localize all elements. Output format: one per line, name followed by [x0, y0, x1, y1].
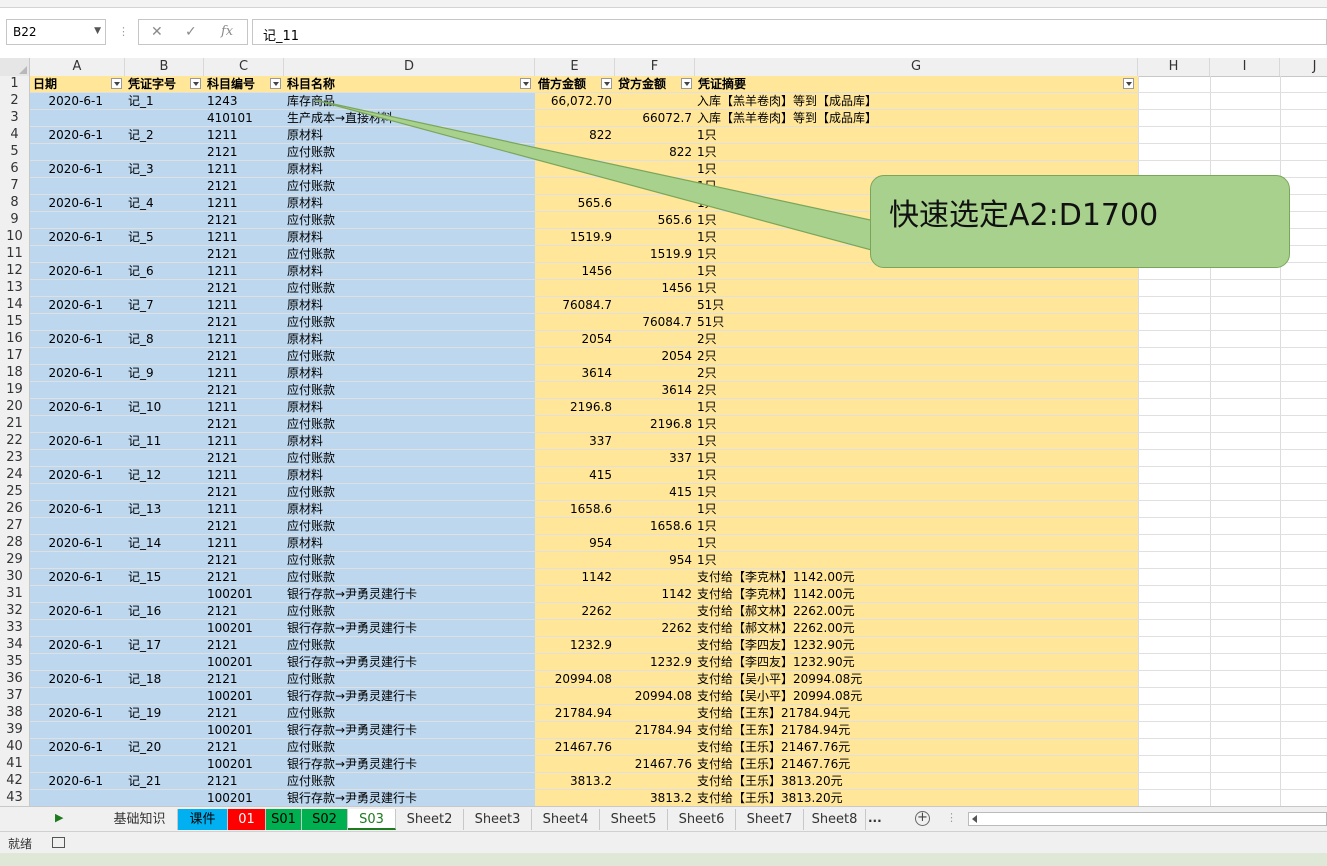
name-box-value: B22: [13, 25, 37, 39]
sheet-tab[interactable]: S02: [302, 809, 348, 830]
sheet-tab[interactable]: 01: [228, 809, 266, 830]
col-header-d[interactable]: D: [284, 58, 535, 76]
sheet-tab[interactable]: Sheet3: [464, 809, 532, 830]
formula-content: 记_11: [263, 29, 300, 44]
col-header-h[interactable]: H: [1138, 58, 1210, 76]
select-all-button[interactable]: [0, 58, 30, 76]
sheet-tab[interactable]: 课件: [178, 809, 228, 830]
formula-bar: B22 ▼ ⋮ ✕ ✓ fx 记_11: [0, 16, 1327, 50]
col-header-i[interactable]: I: [1210, 58, 1280, 76]
sheet-tab[interactable]: Sheet2: [396, 809, 464, 830]
sheet-tab[interactable]: 基础知识: [102, 809, 178, 830]
add-sheet-icon[interactable]: +: [915, 811, 930, 826]
scroll-left-icon[interactable]: [972, 815, 977, 823]
ribbon-bottom-strip: [0, 0, 1327, 8]
more-sheets-indicator[interactable]: ...: [868, 811, 882, 825]
cancel-icon[interactable]: ✕: [151, 24, 163, 40]
callout-text: 快速选定A2:D1700: [889, 198, 1159, 233]
sheet-tab[interactable]: S01: [266, 809, 302, 830]
col-header-e[interactable]: E: [535, 58, 615, 76]
horizontal-scrollbar[interactable]: [968, 812, 1327, 826]
col-header-f[interactable]: F: [615, 58, 695, 76]
formula-buttons: ✕ ✓ fx: [138, 19, 248, 45]
more-options-icon[interactable]: ⋮: [118, 25, 129, 38]
sheet-tab[interactable]: Sheet7: [736, 809, 804, 830]
formula-input[interactable]: 记_11: [252, 19, 1327, 45]
chevron-down-icon[interactable]: ▼: [94, 26, 101, 36]
callout-box: 快速选定A2:D1700: [870, 175, 1290, 268]
sheet-tab-bar: ▶ + ⋮ 基础知识 课件 01 S01 S02 S03 Sheet2 Sheet3 Sheet…: [0, 806, 1327, 831]
sheet-tab[interactable]: Sheet4: [532, 809, 600, 830]
status-bar: 就绪: [0, 831, 1327, 853]
name-box[interactable]: B22 ▼: [6, 19, 106, 45]
sheet-tab[interactable]: S03: [348, 809, 396, 830]
more-options-icon[interactable]: ⋮: [946, 811, 957, 824]
col-header-b[interactable]: B: [125, 58, 204, 76]
confirm-icon[interactable]: ✓: [185, 24, 197, 40]
sheet-tab[interactable]: Sheet5: [600, 809, 668, 830]
col-header-j[interactable]: J: [1280, 58, 1327, 76]
status-text: 就绪: [8, 837, 33, 851]
insert-function-icon[interactable]: fx: [221, 24, 233, 39]
column-headers: A B C D E F G H I J: [0, 58, 1327, 77]
col-header-g[interactable]: G: [695, 58, 1138, 76]
col-header-c[interactable]: C: [204, 58, 284, 76]
macro-record-icon[interactable]: [52, 837, 65, 848]
sheet-tab[interactable]: Sheet6: [668, 809, 736, 830]
next-sheet-icon[interactable]: ▶: [55, 811, 63, 824]
col-header-a[interactable]: A: [30, 58, 125, 76]
sheet-tab[interactable]: Sheet8: [804, 809, 866, 830]
taskbar-strip: [0, 853, 1327, 866]
